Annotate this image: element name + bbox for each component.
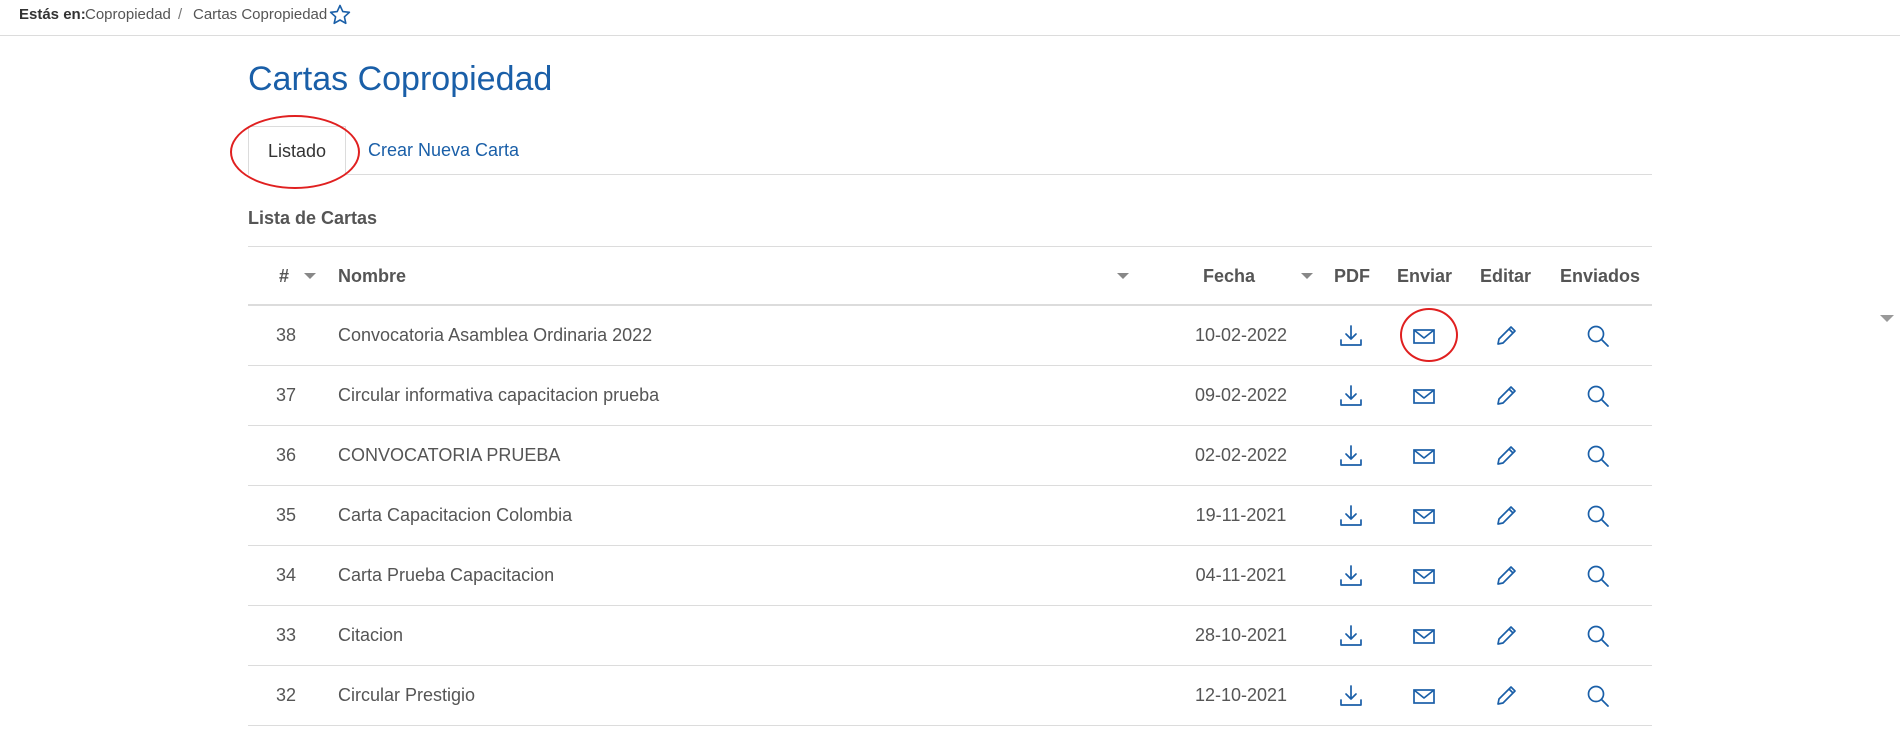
magnifier-icon[interactable] [1585,623,1611,649]
row-num: 36 [275,445,297,465]
row-num: 38 [275,325,297,345]
header-nombre: Nombre [338,266,407,286]
row-nombre: Carta Prueba Capacitacion [338,565,555,585]
row-fecha: 09-02-2022 [1194,385,1288,405]
download-icon[interactable] [1338,623,1364,649]
envelope-icon[interactable] [1411,683,1437,709]
tab-listado[interactable]: Listado [248,126,346,175]
row-nombre: Circular Prestigio [338,685,476,705]
table-row: 38 Convocatoria Asamblea Ordinaria 2022 10… [248,306,1652,366]
magnifier-icon[interactable] [1585,683,1611,709]
scroll-down-caret-icon[interactable] [1880,315,1894,322]
breadcrumb-separator: / [178,6,183,23]
row-num: 35 [275,505,297,525]
breadcrumb-bar: Estás en: Copropiedad / Cartas Copropied… [0,0,1900,36]
row-num: 33 [275,625,297,645]
row-nombre: Convocatoria Asamblea Ordinaria 2022 [338,325,653,345]
download-icon[interactable] [1338,503,1364,529]
download-icon[interactable] [1338,443,1364,469]
header-enviados: Enviados [1560,266,1641,286]
header-pdf: PDF [1334,266,1370,286]
header-enviar: Enviar [1397,266,1453,286]
magnifier-icon[interactable] [1585,323,1611,349]
tab-crear-nueva-carta[interactable]: Crear Nueva Carta [368,126,519,174]
envelope-icon[interactable] [1411,623,1437,649]
row-fecha: 19-11-2021 [1195,505,1287,525]
header-num: # [279,266,290,286]
magnifier-icon[interactable] [1585,383,1611,409]
tab-bar: Listado Crear Nueva Carta [248,126,1652,175]
download-icon[interactable] [1338,563,1364,589]
pencil-icon[interactable] [1493,383,1519,409]
magnifier-icon[interactable] [1585,503,1611,529]
pencil-icon[interactable] [1493,443,1519,469]
pencil-icon[interactable] [1493,563,1519,589]
table-row: 36 CONVOCATORIA PRUEBA 02-02-2022 [248,426,1652,486]
row-num: 34 [275,565,297,585]
row-nombre: Carta Capacitacion Colombia [338,505,573,525]
row-fecha: 04-11-2021 [1195,565,1287,585]
row-fecha: 12-10-2021 [1194,685,1288,705]
breadcrumb-home-link[interactable]: Copropiedad [85,6,171,23]
pencil-icon[interactable] [1493,503,1519,529]
header-editar: Editar [1480,266,1532,286]
row-num: 32 [275,685,297,705]
table-row: 32 Circular Prestigio 12-10-2021 [248,666,1652,726]
header-fecha: Fecha [1203,266,1256,286]
section-title: Lista de Cartas [248,208,378,228]
table-row: 37 Circular informativa capacitacion prue… [248,366,1652,426]
sort-nombre-caret-icon[interactable] [1117,273,1129,279]
row-fecha: 28-10-2021 [1194,625,1288,645]
download-icon[interactable] [1338,683,1364,709]
sort-fecha-caret-icon[interactable] [1301,273,1313,279]
breadcrumb-current: Cartas Copropiedad [193,6,328,23]
magnifier-icon[interactable] [1585,563,1611,589]
envelope-icon[interactable] [1411,323,1437,349]
row-fecha: 02-02-2022 [1194,445,1288,465]
pencil-icon[interactable] [1493,683,1519,709]
row-num: 37 [275,385,297,405]
row-fecha: 10-02-2022 [1194,325,1288,345]
star-icon[interactable] [328,3,352,27]
sort-num-caret-icon[interactable] [304,273,316,279]
magnifier-icon[interactable] [1585,443,1611,469]
row-nombre: Citacion [338,625,404,645]
table-row: 33 Citacion 28-10-2021 [248,606,1652,666]
envelope-icon[interactable] [1411,503,1437,529]
table-row: 34 Carta Prueba Capacitacion 04-11-2021 [248,546,1652,606]
envelope-icon[interactable] [1411,383,1437,409]
row-nombre: CONVOCATORIA PRUEBA [338,445,561,465]
pencil-icon[interactable] [1493,623,1519,649]
envelope-icon[interactable] [1411,563,1437,589]
row-nombre: Circular informativa capacitacion prueba [338,385,660,405]
table-header: # Nombre Fecha PDF Enviar Editar Enviado… [248,246,1652,306]
envelope-icon[interactable] [1411,443,1437,469]
table-row: 35 Carta Capacitacion Colombia 19-11-2021 [248,486,1652,546]
download-icon[interactable] [1338,323,1364,349]
table-body: 38 Convocatoria Asamblea Ordinaria 2022 10… [248,306,1652,726]
breadcrumb-prefix: Estás en: [19,6,86,23]
cartas-table: # Nombre Fecha PDF Enviar Editar Enviado… [248,246,1652,726]
page-title: Cartas Copropiedad [248,60,553,98]
pencil-icon[interactable] [1493,323,1519,349]
download-icon[interactable] [1338,383,1364,409]
